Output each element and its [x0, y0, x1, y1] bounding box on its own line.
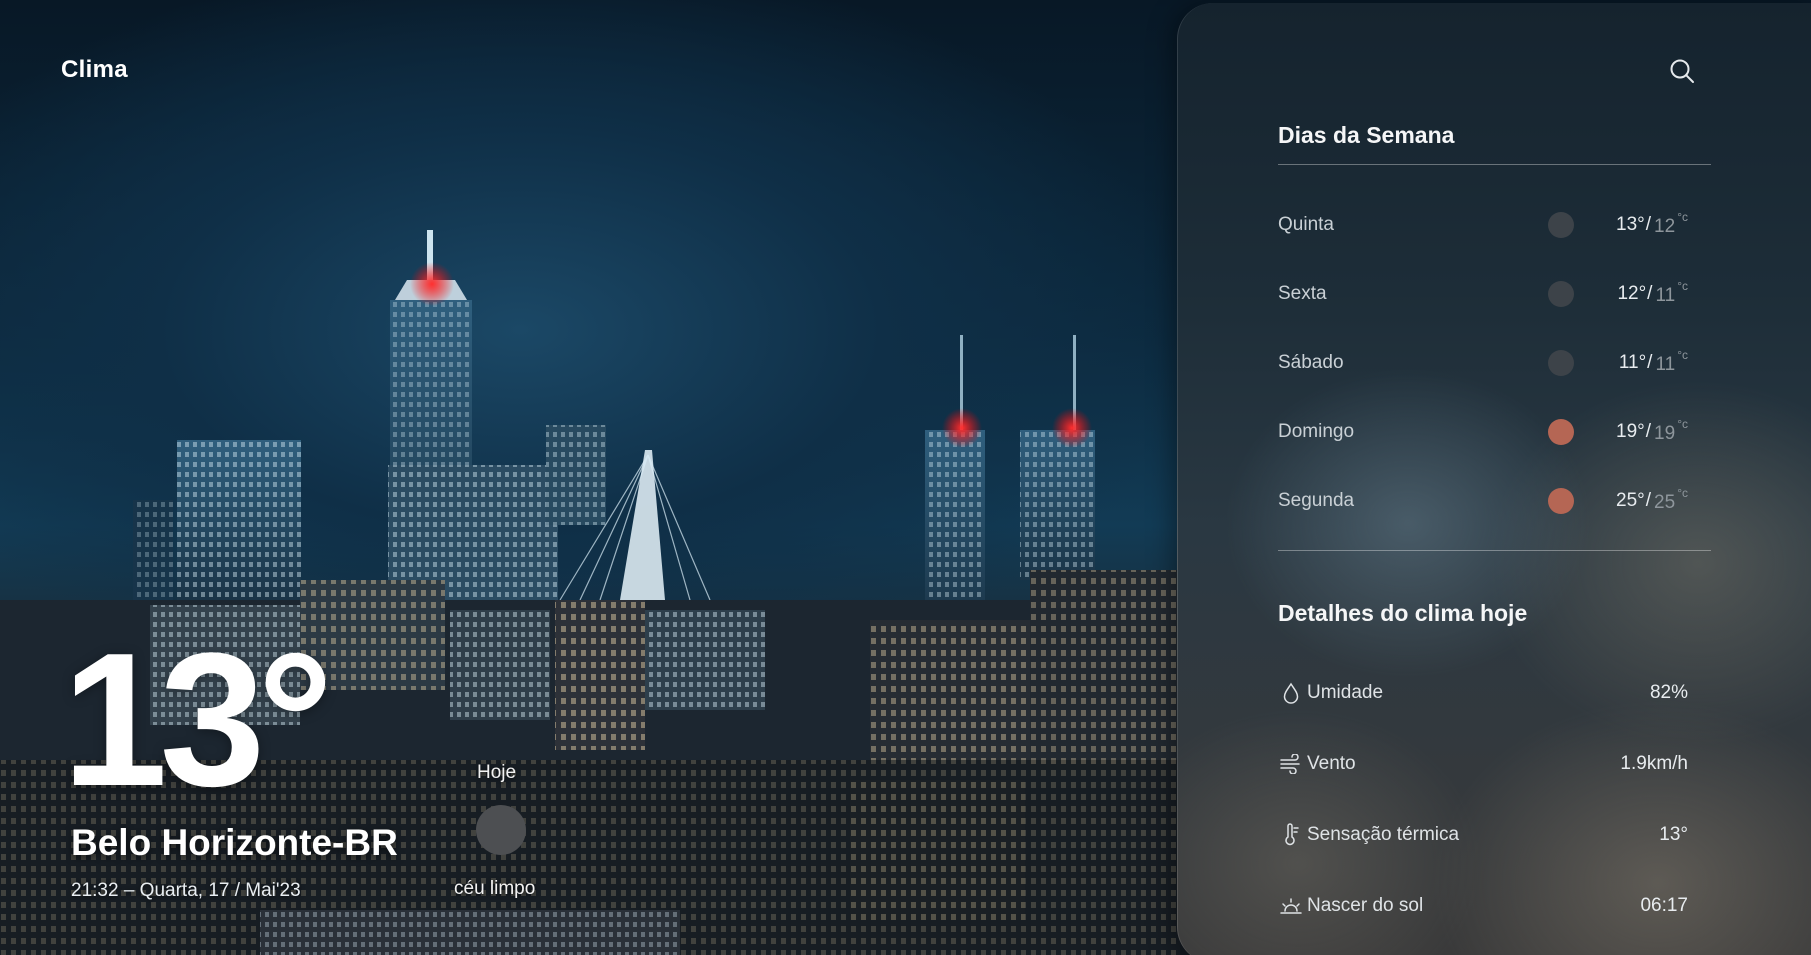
- forecast-day-name: Segunda: [1278, 490, 1355, 511]
- forecast-unit: °c: [1677, 210, 1688, 224]
- detail-row-sunrise: Nascer do sol 06:17: [1278, 886, 1688, 926]
- today-label: Hoje: [477, 762, 517, 783]
- week-divider: [1278, 164, 1711, 165]
- forecast-temps: 25°/25 °c: [1616, 486, 1688, 513]
- forecast-weather-icon: [1548, 281, 1574, 307]
- forecast-unit: °c: [1677, 348, 1688, 362]
- forecast-day-name: Sábado: [1278, 352, 1344, 373]
- forecast-unit: °c: [1677, 279, 1688, 293]
- detail-row-feels-like: Sensação térmica 13°: [1278, 815, 1688, 855]
- forecast-temps: 19°/19 °c: [1616, 417, 1688, 444]
- thermometer-icon: [1278, 822, 1304, 848]
- details-divider: [1278, 550, 1711, 551]
- forecast-temps: 12°/11 °c: [1617, 279, 1688, 306]
- detail-label: Umidade: [1307, 682, 1384, 703]
- detail-label: Vento: [1307, 753, 1356, 774]
- forecast-weather-icon: [1548, 419, 1574, 445]
- wind-icon: [1278, 751, 1304, 777]
- forecast-min: 12: [1654, 216, 1676, 237]
- forecast-min: 25: [1654, 492, 1676, 513]
- forecast-max: 25°: [1616, 490, 1645, 511]
- forecast-unit: °c: [1677, 486, 1688, 500]
- weather-condition-text: céu limpo: [454, 878, 536, 899]
- forecast-day-name: Sexta: [1278, 283, 1327, 304]
- forecast-max: 13°: [1616, 214, 1645, 235]
- forecast-min: 19: [1654, 423, 1676, 444]
- sunrise-icon: [1278, 893, 1304, 919]
- app-title: Clima: [61, 56, 128, 83]
- forecast-row-sabado: Sábado 11°/11 °c: [1278, 343, 1688, 383]
- forecast-max: 12°: [1617, 283, 1647, 304]
- forecast-day-name: Domingo: [1278, 421, 1355, 442]
- detail-value: 82%: [1649, 682, 1688, 703]
- city-name: Belo Horizonte-BR: [71, 822, 398, 863]
- forecast-row-domingo: Domingo 19°/19 °c: [1278, 412, 1688, 452]
- forecast-weather-icon: [1548, 212, 1574, 238]
- detail-row-wind: Vento 1.9km/h: [1278, 744, 1688, 784]
- detail-label: Nascer do sol: [1307, 895, 1424, 916]
- detail-label: Sensação térmica: [1307, 824, 1460, 845]
- week-section-title: Dias da Semana: [1278, 122, 1455, 148]
- detail-row-humidity: Umidade 82%: [1278, 673, 1688, 713]
- details-section-title: Detalhes do clima hoje: [1278, 600, 1528, 626]
- forecast-row-segunda: Segunda 25°/25 °c: [1278, 481, 1688, 521]
- weather-details-panel: [1177, 3, 1811, 955]
- forecast-temps: 11°/11 °c: [1618, 348, 1688, 375]
- forecast-unit: °c: [1677, 417, 1688, 431]
- current-datetime: 21:32 – Quarta, 17 / Mai'23: [71, 880, 301, 901]
- forecast-weather-icon: [1548, 488, 1574, 514]
- current-temperature: 13°: [62, 614, 333, 826]
- forecast-day-name: Quinta: [1278, 214, 1334, 235]
- forecast-min: 11: [1655, 285, 1676, 306]
- forecast-temps: 13°/12 °c: [1616, 210, 1688, 237]
- droplet-icon: [1278, 680, 1304, 706]
- search-icon: [1670, 59, 1694, 83]
- detail-value: 06:17: [1640, 895, 1688, 916]
- forecast-max: 11°: [1618, 352, 1647, 373]
- forecast-row-quinta: Quinta 13°/12 °c: [1278, 205, 1688, 245]
- forecast-weather-icon: [1548, 350, 1574, 376]
- search-button[interactable]: [1665, 54, 1699, 88]
- forecast-max: 19°: [1616, 421, 1645, 442]
- forecast-row-sexta: Sexta 12°/11 °c: [1278, 274, 1688, 314]
- detail-value: 1.9km/h: [1620, 753, 1688, 774]
- detail-value: 13°: [1659, 824, 1688, 845]
- forecast-min: 11: [1655, 354, 1676, 375]
- weather-condition-icon: [476, 805, 526, 855]
